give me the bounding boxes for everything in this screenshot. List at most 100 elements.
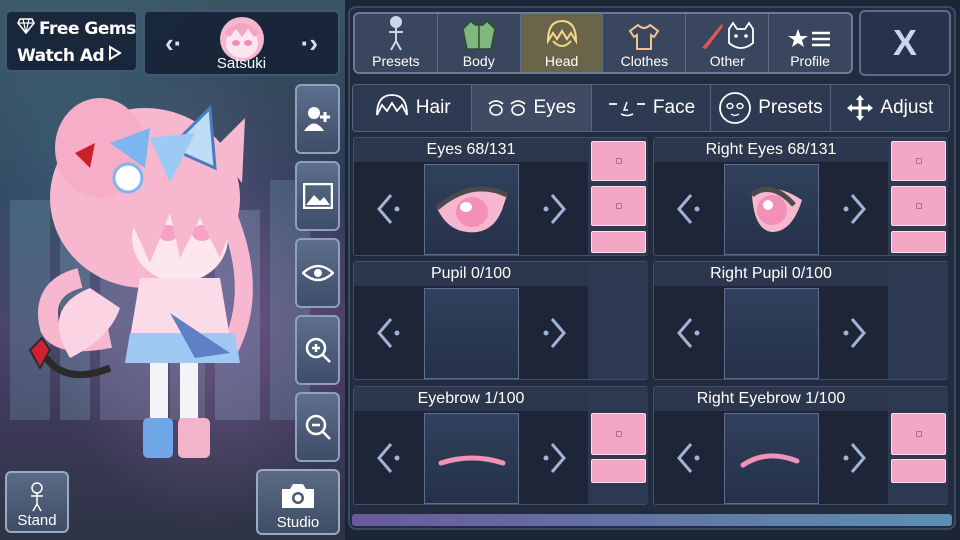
arrow-left-icon — [377, 442, 400, 473]
eye-icon — [301, 264, 334, 282]
eye-shape-icon — [750, 186, 802, 232]
arrow-right-icon — [543, 193, 566, 224]
background-button[interactable] — [295, 161, 340, 231]
character-avatar[interactable] — [20, 88, 280, 468]
zoom-out-button[interactable] — [295, 392, 340, 462]
eye-shape-icon — [434, 185, 508, 232]
color-swatches — [588, 138, 648, 255]
category-clothes[interactable]: Clothes — [603, 14, 687, 72]
slot-title: Right Eyebrow 1/100 — [654, 387, 888, 411]
slot-eyes: Eyes 68/131 — [353, 137, 648, 256]
next-button[interactable] — [519, 286, 589, 379]
eyebrow-preview[interactable] — [724, 413, 819, 504]
color-swatches — [888, 262, 948, 379]
tab-label: Eyes — [533, 97, 576, 118]
arrow-right-icon — [543, 317, 566, 348]
color-swatch[interactable] — [591, 459, 646, 483]
color-swatch[interactable] — [891, 141, 946, 181]
slot-right-eyes: Right Eyes 68/131 — [653, 137, 948, 256]
color-swatch[interactable] — [891, 413, 946, 455]
arrow-right-icon — [843, 442, 866, 473]
eyebrow-preview[interactable] — [424, 413, 519, 504]
star-list-icon — [788, 29, 831, 47]
tab-adjust[interactable]: Adjust — [831, 85, 949, 131]
next-button[interactable] — [819, 286, 889, 379]
eyebrow-shape-icon — [740, 452, 799, 467]
color-swatch[interactable] — [891, 186, 946, 226]
tab-presets[interactable]: Presets — [711, 85, 831, 131]
stand-button[interactable]: Stand — [5, 471, 69, 533]
next-button[interactable] — [819, 162, 889, 255]
next-character-button[interactable]: ·› — [301, 28, 318, 59]
category-label: Clothes — [620, 53, 669, 69]
color-swatch[interactable] — [891, 231, 946, 253]
category-body[interactable]: Body — [438, 14, 521, 72]
zoom-in-button[interactable] — [295, 315, 340, 385]
tab-eyes[interactable]: Eyes — [472, 85, 592, 131]
next-button[interactable] — [519, 411, 589, 504]
gem-icon — [17, 18, 35, 39]
jacket-icon — [461, 19, 496, 50]
eye-preview[interactable] — [724, 164, 819, 255]
prev-button[interactable] — [654, 411, 724, 504]
tab-face[interactable]: Face — [592, 85, 712, 131]
category-profile[interactable]: Profile — [769, 14, 851, 72]
face-preset-icon — [719, 92, 752, 124]
category-label: Presets — [372, 53, 420, 69]
sword-cat-icon — [702, 21, 755, 49]
tab-hair[interactable]: Hair — [353, 85, 473, 131]
move-icon — [847, 95, 874, 121]
studio-button[interactable]: Studio — [256, 469, 340, 535]
prev-button[interactable] — [654, 286, 724, 379]
arrow-left-icon — [677, 317, 700, 348]
color-swatch[interactable] — [591, 186, 646, 226]
next-button[interactable] — [519, 162, 589, 255]
slot-right-eyebrow: Right Eyebrow 1/100 — [653, 386, 948, 505]
arrow-right-icon — [843, 193, 866, 224]
color-swatches — [888, 387, 948, 504]
visibility-button[interactable] — [295, 238, 340, 308]
slot-title: Right Pupil 0/100 — [654, 262, 888, 286]
tab-label: Face — [652, 97, 696, 118]
color-swatch[interactable] — [591, 231, 646, 253]
prev-button[interactable] — [354, 286, 424, 379]
arrow-right-icon — [843, 317, 866, 348]
free-gems-label: Free Gems — [39, 18, 136, 39]
watch-ad-row[interactable]: Watch Ad — [7, 42, 136, 69]
slot-title: Right Eyes 68/131 — [654, 138, 888, 162]
slot-pupil: Pupil 0/100 — [353, 261, 648, 380]
close-button[interactable]: X — [859, 10, 951, 76]
pupil-preview[interactable] — [424, 288, 519, 379]
zoom-in-icon — [305, 337, 331, 363]
image-icon — [302, 183, 333, 209]
color-swatches — [588, 387, 648, 504]
category-label: Body — [462, 53, 495, 69]
category-bar: Presets Body Head Clothes Other Profile — [353, 12, 853, 74]
slot-title: Eyes 68/131 — [354, 138, 588, 162]
eye-preview[interactable] — [424, 164, 519, 255]
tab-label: Adjust — [880, 97, 934, 118]
next-button[interactable] — [819, 411, 889, 504]
gems-panel[interactable]: Free Gems Watch Ad — [5, 10, 138, 72]
color-swatch[interactable] — [591, 413, 646, 455]
play-icon — [108, 45, 123, 66]
prev-button[interactable] — [354, 411, 424, 504]
prev-button[interactable] — [654, 162, 724, 255]
prev-character-button[interactable]: ‹· — [165, 28, 182, 59]
category-presets[interactable]: Presets — [355, 14, 438, 72]
prev-button[interactable] — [354, 162, 424, 255]
category-head[interactable]: Head — [520, 14, 604, 72]
watch-ad-label: Watch Ad — [17, 45, 105, 66]
zoom-out-icon — [305, 414, 331, 440]
character-name: Satsuki — [216, 55, 267, 72]
category-other[interactable]: Other — [686, 14, 770, 72]
color-swatch[interactable] — [891, 459, 946, 483]
add-character-button[interactable] — [295, 84, 340, 154]
slot-right-pupil: Right Pupil 0/100 — [653, 261, 948, 380]
color-swatch[interactable] — [591, 141, 646, 181]
eyebrow-shape-icon — [438, 455, 505, 465]
free-gems-row[interactable]: Free Gems — [7, 15, 136, 42]
arrow-left-icon — [677, 193, 700, 224]
panel-scrollbar[interactable] — [352, 514, 952, 526]
pupil-preview[interactable] — [724, 288, 819, 379]
